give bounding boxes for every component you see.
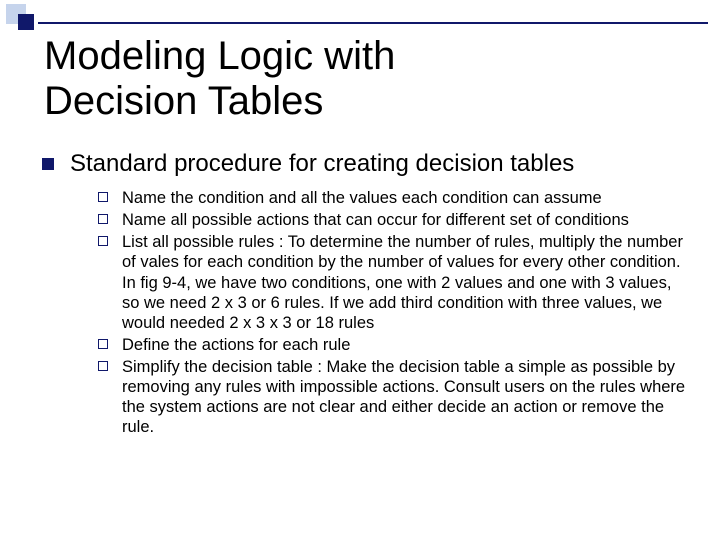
hollow-square-bullet-icon <box>98 361 108 371</box>
level2-text: Simplify the decision table : Make the d… <box>122 357 688 438</box>
bullet-level2: Name all possible actions that can occur… <box>98 210 688 230</box>
bullet-level2: Simplify the decision table : Make the d… <box>98 357 688 438</box>
slide-body: Standard procedure for creating decision… <box>42 150 692 440</box>
level2-text: List all possible rules : To determine t… <box>122 232 688 333</box>
sub-bullet-list: Name the condition and all the values ea… <box>98 188 688 438</box>
level2-text: Define the actions for each rule <box>122 335 688 355</box>
level2-text: Name all possible actions that can occur… <box>122 210 688 230</box>
header-decoration <box>0 0 720 30</box>
square-bullet-icon <box>42 158 54 170</box>
level1-text: Standard procedure for creating decision… <box>70 150 574 178</box>
bullet-level2: List all possible rules : To determine t… <box>98 232 688 333</box>
title-line-2: Decision Tables <box>44 79 323 123</box>
hollow-square-bullet-icon <box>98 339 108 349</box>
bullet-level1: Standard procedure for creating decision… <box>42 150 692 178</box>
hollow-square-bullet-icon <box>98 214 108 224</box>
bullet-level2: Name the condition and all the values ea… <box>98 188 688 208</box>
title-line-1: Modeling Logic with <box>44 34 395 78</box>
slide-title: Modeling Logic with Decision Tables <box>44 34 690 124</box>
slide: Modeling Logic with Decision Tables Stan… <box>0 0 720 540</box>
bullet-level2: Define the actions for each rule <box>98 335 688 355</box>
hollow-square-bullet-icon <box>98 236 108 246</box>
level2-text: Name the condition and all the values ea… <box>122 188 688 208</box>
hollow-square-bullet-icon <box>98 192 108 202</box>
header-rule <box>38 22 708 24</box>
accent-square-dark <box>18 14 34 30</box>
